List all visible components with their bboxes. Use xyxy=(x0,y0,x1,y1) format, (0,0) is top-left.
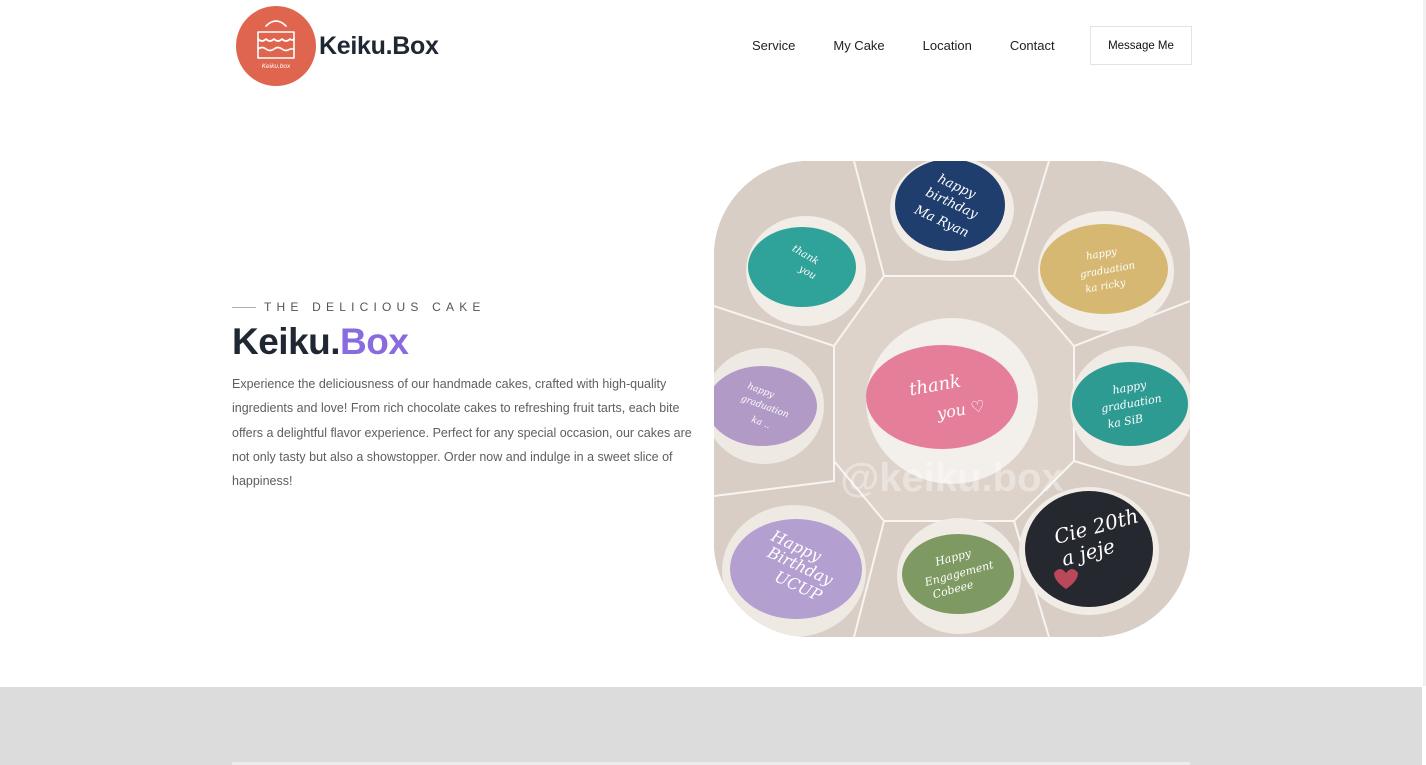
brand-logo[interactable]: Keiku.box Keiku.Box xyxy=(236,6,439,86)
hero-text: THE DELICIOUS CAKE Keiku.Box Experience … xyxy=(232,300,712,494)
hero-title: Keiku.Box xyxy=(232,321,712,363)
svg-text:Keiku.box: Keiku.box xyxy=(262,63,291,70)
eyebrow-divider xyxy=(232,306,256,308)
collage-watermark: @keiku.box xyxy=(840,456,1064,500)
hero-description: Experience the deliciousness of our hand… xyxy=(232,376,692,489)
message-me-button[interactable]: Message Me xyxy=(1090,26,1192,65)
nav-item-service[interactable]: Service xyxy=(733,38,814,53)
hero-eyebrow: THE DELICIOUS CAKE xyxy=(232,300,712,314)
cake-box-icon: Keiku.box xyxy=(236,6,316,86)
eyebrow-text: THE DELICIOUS CAKE xyxy=(264,300,486,314)
site-header: Keiku.box Keiku.Box Service My Cake Loca… xyxy=(0,0,1426,92)
hero-title-accent: Box xyxy=(340,321,409,362)
nav-item-contact[interactable]: Contact xyxy=(991,38,1074,53)
main-nav: Service My Cake Location Contact xyxy=(733,26,1074,64)
hero-title-main: Keiku. xyxy=(232,321,341,362)
nav-item-my-cake[interactable]: My Cake xyxy=(814,38,903,53)
nav-item-location[interactable]: Location xyxy=(904,38,991,53)
cake-collage-image: happy birthday Ma Ryan thank you happy g… xyxy=(714,161,1190,637)
brand-name: Keiku.Box xyxy=(319,31,439,60)
next-section-band xyxy=(0,687,1422,765)
